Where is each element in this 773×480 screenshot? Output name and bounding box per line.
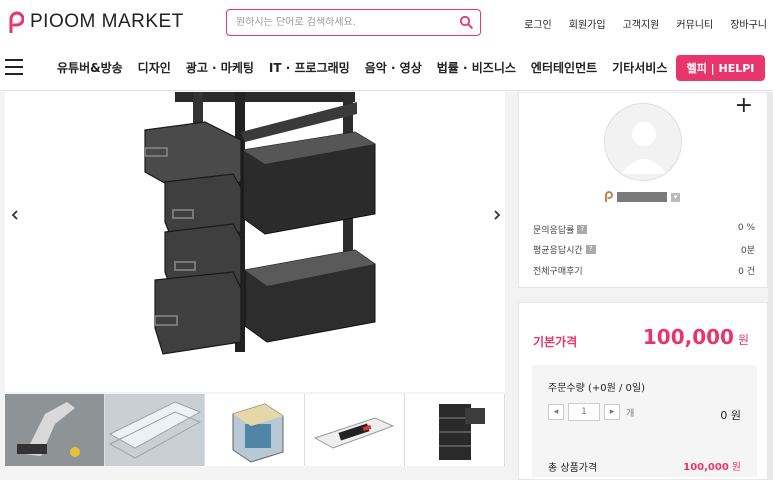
nav-item-law-business[interactable]: 법률 · 비즈니스 — [437, 59, 516, 76]
nav-item-entertainment[interactable]: 엔터테인먼트 — [531, 59, 597, 76]
seller-grade-icon — [605, 191, 613, 202]
nav-item-marketing[interactable]: 광고 · 마케팅 — [186, 59, 254, 76]
seller-name: ▾ — [604, 191, 680, 203]
search-box[interactable] — [226, 9, 481, 36]
add-icon[interactable]: + — [735, 95, 753, 117]
stat-value: 0 건 — [738, 267, 755, 277]
stat-value: 0분 — [740, 246, 755, 256]
decrease-button[interactable]: ◂ — [548, 404, 564, 420]
thumbnail-1[interactable] — [5, 394, 104, 466]
gallery-prev-arrow-icon[interactable] — [8, 208, 22, 222]
page-scrollbar[interactable] — [768, 92, 773, 480]
stat-response-rate: 문의응답률? 0 % — [533, 223, 755, 236]
product-area: + ▾ 문의응답률? 0 % 평균응답시간? 0분 전체구매후기 0 건 기본가… — [0, 92, 773, 480]
thumbnail-5[interactable] — [405, 394, 504, 466]
help-icon[interactable]: ? — [585, 245, 596, 254]
site-header: PIOOM MARKET 로그인 회원가입 고객지원 커뮤니티 장바구니 — [0, 0, 773, 46]
quantity-input[interactable]: 1 — [568, 403, 600, 421]
nav-item-design[interactable]: 디자인 — [138, 59, 171, 76]
quantity-stepper: ◂ 1 ▸ 개 — [548, 403, 634, 421]
seller-profile-panel: + ▾ 문의응답률? 0 % 평균응답시간? 0분 전체구매후기 0 건 — [518, 92, 768, 288]
seller-name-redacted — [617, 192, 667, 202]
stat-label: 문의응답률 — [533, 226, 575, 236]
utility-links: 로그인 회원가입 고객지원 커뮤니티 장바구니 — [507, 16, 767, 31]
base-price-label: 기본가격 — [533, 335, 578, 349]
product-image-gallery — [5, 92, 505, 392]
logo-mark-icon — [9, 11, 24, 33]
total-price-value: 100,000 원 — [683, 462, 741, 473]
cart-link[interactable]: 장바구니 — [730, 16, 767, 31]
search-input[interactable] — [236, 17, 456, 28]
order-quantity-title: 주문수량 (+0원 / 0일) — [548, 383, 646, 394]
menu-icon[interactable] — [5, 59, 23, 75]
quantity-unit: 개 — [626, 408, 635, 419]
increase-button[interactable]: ▸ — [604, 404, 620, 420]
order-price: 0 원 — [720, 409, 741, 422]
nav-item-youtuber[interactable]: 유튜버&방송 — [57, 59, 123, 76]
stat-response-time: 평균응답시간? 0분 — [533, 243, 755, 256]
nav-item-it[interactable]: IT · 프로그래밍 — [269, 59, 350, 76]
support-link[interactable]: 고객지원 — [623, 16, 660, 31]
logo-text: PIOOM MARKET — [30, 11, 184, 32]
stat-label: 평균응답시간 — [533, 246, 583, 256]
seller-avatar — [604, 103, 682, 181]
helpi-button[interactable]: 헬피 | HELPI — [676, 55, 765, 81]
site-logo[interactable]: PIOOM MARKET — [8, 11, 184, 33]
signup-link[interactable]: 회원가입 — [569, 16, 606, 31]
community-link[interactable]: 커뮤니티 — [676, 16, 713, 31]
stat-label: 전체구매후기 — [533, 267, 583, 277]
thumbnail-2[interactable] — [105, 394, 204, 466]
thumbnail-strip — [5, 394, 505, 466]
seller-dropdown-icon[interactable]: ▾ — [671, 192, 680, 202]
base-price-value: 100,000 원 — [642, 325, 749, 349]
gallery-next-arrow-icon[interactable] — [490, 208, 504, 222]
thumbnail-4[interactable] — [305, 394, 404, 466]
login-link[interactable]: 로그인 — [524, 16, 552, 31]
price-panel: 기본가격 100,000 원 주문수량 (+0원 / 0일) ◂ 1 ▸ 개 0 … — [518, 302, 768, 480]
order-option-box: 주문수량 (+0원 / 0일) ◂ 1 ▸ 개 0 원 총 상품가격 100,0… — [532, 365, 757, 477]
nav-item-other[interactable]: 기타서비스 — [612, 59, 667, 76]
category-list: 유튜버&방송 디자인 광고 · 마케팅 IT · 프로그래밍 음악 · 영상 법… — [57, 59, 682, 76]
product-main-image — [5, 92, 505, 392]
total-price-label: 총 상품가격 — [548, 463, 598, 474]
help-icon[interactable]: ? — [577, 225, 588, 234]
stat-reviews: 전체구매후기 0 건 — [533, 264, 755, 277]
nav-item-music-video[interactable]: 음악 · 영상 — [365, 59, 422, 76]
search-icon[interactable] — [459, 15, 473, 29]
category-nav: 유튜버&방송 디자인 광고 · 마케팅 IT · 프로그래밍 음악 · 영상 법… — [0, 46, 773, 91]
thumbnail-3[interactable] — [205, 394, 304, 466]
stat-value: 0 % — [737, 223, 755, 233]
